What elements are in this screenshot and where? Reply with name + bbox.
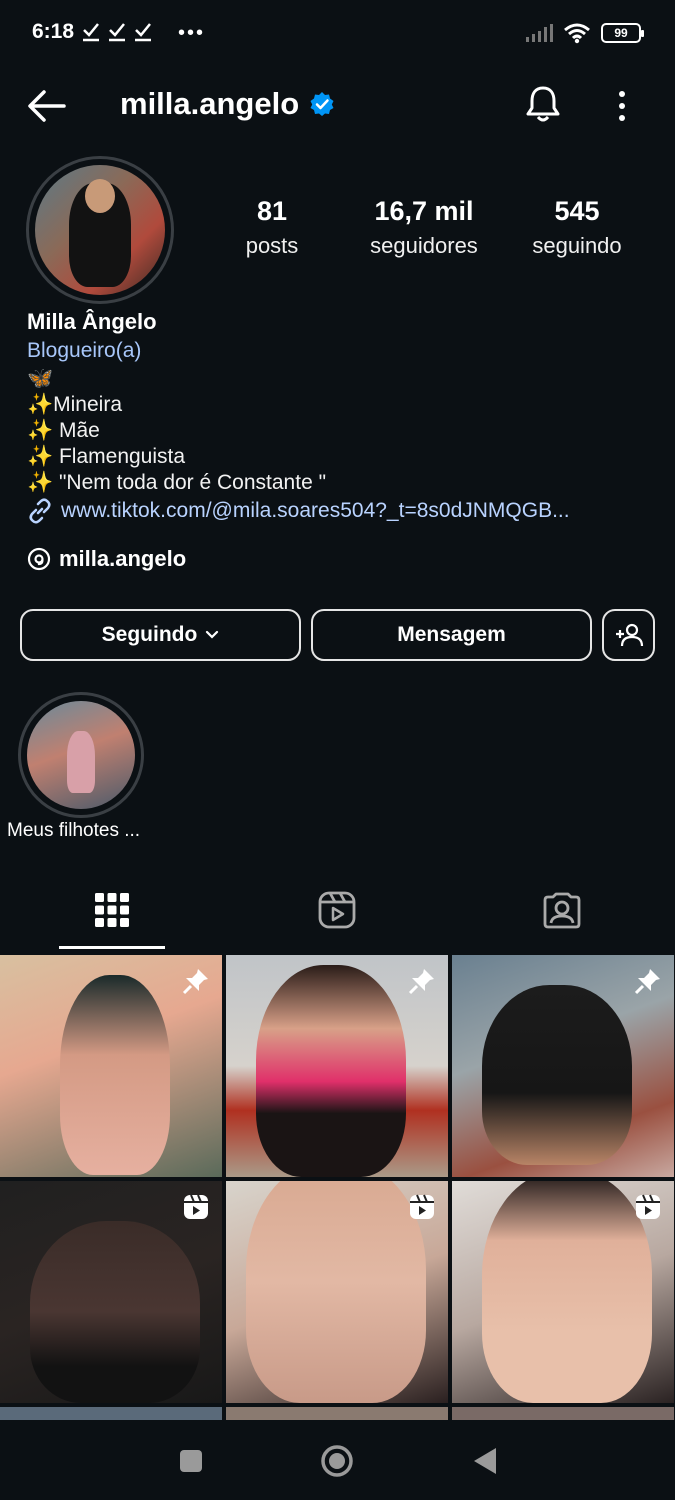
tagged-icon[interactable] — [542, 890, 582, 930]
message-button[interactable]: Mensagem — [311, 609, 592, 661]
system-nav-bar — [0, 1420, 675, 1500]
followers-label: seguidores — [370, 233, 478, 258]
profile-category: Blogueiro(a) — [27, 339, 142, 362]
avatar-image — [35, 165, 165, 295]
grid-icon[interactable] — [92, 890, 132, 930]
back-arrow-icon[interactable] — [26, 88, 66, 124]
battery-indicator: 99 — [601, 23, 644, 43]
bio-line: ✨Mineira — [27, 393, 123, 416]
post-thumbnail[interactable] — [452, 955, 674, 1177]
stat-following[interactable]: 545 seguindo — [522, 196, 632, 259]
post-thumbnail[interactable] — [0, 1181, 222, 1403]
highlight-label[interactable]: Meus filhotes ... — [7, 820, 140, 842]
message-button-label: Mensagem — [397, 623, 506, 646]
more-vertical-icon[interactable] — [610, 86, 634, 126]
threads-badge[interactable]: milla.angelo — [27, 546, 186, 572]
reel-icon — [184, 1194, 208, 1219]
bio-link[interactable]: www.tiktok.com/@mila.soares504?_t=8s0dJN… — [27, 496, 647, 526]
threads-icon — [27, 547, 51, 571]
reel-icon — [636, 1194, 660, 1219]
posts-label: posts — [245, 233, 299, 258]
profile-avatar[interactable] — [26, 156, 174, 304]
verified-badge-icon — [310, 92, 334, 116]
status-time: 6:18 — [32, 20, 75, 43]
story-highlight[interactable] — [18, 692, 144, 818]
post-thumbnail[interactable] — [226, 1407, 448, 1421]
posts-count: 81 — [256, 196, 288, 226]
wifi-icon — [564, 23, 590, 44]
reels-icon[interactable] — [317, 890, 357, 930]
following-button-label: Seguindo — [101, 623, 198, 646]
stat-followers[interactable]: 16,7 mil seguidores — [358, 196, 490, 259]
profile-bio: Milla Ângelo Blogueiro(a) 🦋 ✨Mineira ✨ M… — [27, 308, 647, 526]
stat-posts[interactable]: 81 posts — [230, 196, 314, 259]
username-text: milla.angelo — [120, 86, 300, 121]
post-thumbnail[interactable] — [0, 955, 222, 1177]
pin-icon — [182, 969, 208, 995]
post-thumbnail[interactable] — [452, 1181, 674, 1403]
pin-icon — [408, 969, 434, 995]
post-thumbnail[interactable] — [452, 1407, 674, 1421]
post-thumbnail[interactable] — [226, 955, 448, 1177]
bio-line: ✨ Mãe — [27, 419, 100, 442]
post-figure — [30, 1221, 200, 1403]
add-person-icon — [615, 623, 643, 647]
reel-icon — [410, 1194, 434, 1219]
status-bar: 6:18 ••• 99 — [0, 0, 675, 68]
post-thumbnail[interactable] — [226, 1181, 448, 1403]
back-nav-icon[interactable] — [472, 1446, 498, 1476]
highlight-cover — [27, 701, 135, 809]
suggest-people-button[interactable] — [602, 609, 655, 661]
profile-username: milla.angelo — [120, 86, 335, 122]
profile-tabs — [0, 880, 675, 952]
signal-icon — [526, 24, 553, 42]
check-icon — [135, 23, 151, 42]
following-button[interactable]: Seguindo — [20, 609, 301, 661]
post-figure — [60, 975, 170, 1175]
following-count: 545 — [554, 196, 600, 226]
display-name: Milla Ângelo — [27, 309, 157, 334]
overflow-dots-icon: ••• — [178, 22, 206, 44]
post-figure — [246, 1181, 426, 1403]
profile-header: milla.angelo — [0, 68, 675, 144]
threads-handle: milla.angelo — [59, 546, 187, 571]
post-figure — [482, 1181, 652, 1403]
post-figure — [482, 985, 632, 1165]
post-thumbnail[interactable] — [0, 1407, 222, 1421]
check-icon — [83, 23, 99, 42]
active-tab-indicator — [59, 946, 165, 949]
home-icon[interactable] — [320, 1444, 354, 1478]
check-icon — [109, 23, 125, 42]
bio-link-text[interactable]: www.tiktok.com/@mila.soares504?_t=8s0dJN… — [61, 496, 570, 526]
highlight-figure — [67, 731, 95, 793]
avatar-head — [85, 179, 115, 213]
notification-icons — [82, 20, 152, 42]
bell-icon[interactable] — [524, 84, 562, 124]
bio-line: ✨ Flamenguista — [27, 445, 186, 468]
pin-icon — [634, 969, 660, 995]
chevron-down-icon — [206, 630, 219, 639]
post-figure — [256, 965, 406, 1177]
recent-apps-icon[interactable] — [178, 1448, 204, 1474]
following-label: seguindo — [532, 233, 622, 258]
bio-line: 🦋 — [27, 367, 54, 390]
link-icon — [29, 498, 51, 524]
followers-count: 16,7 mil — [374, 196, 474, 226]
bio-line: ✨ "Nem toda dor é Constante " — [27, 471, 327, 494]
